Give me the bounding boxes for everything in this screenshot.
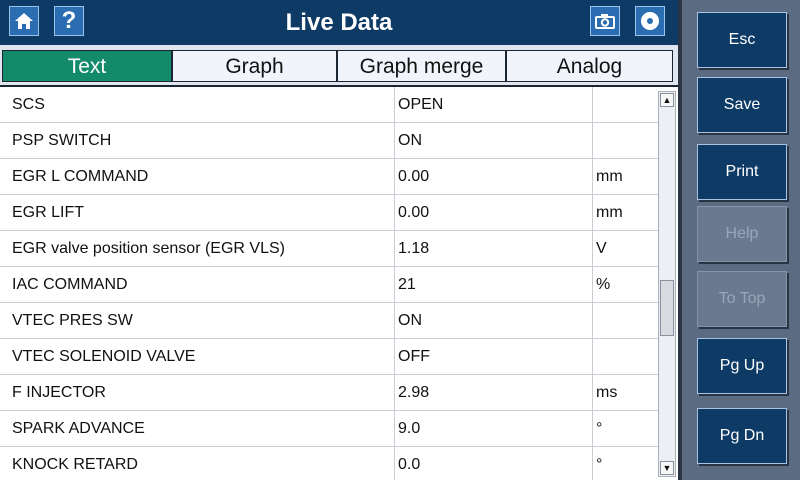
table-row[interactable]: IAC COMMAND 21 % <box>0 267 658 303</box>
home-button[interactable] <box>9 6 39 36</box>
parameter-value: 21 <box>394 267 592 302</box>
parameter-value: 1.18 <box>394 231 592 266</box>
tab-text[interactable]: Text <box>2 50 172 82</box>
table-row[interactable]: F INJECTOR 2.98 ms <box>0 375 658 411</box>
vertical-scrollbar[interactable]: ▲ ▼ <box>658 91 676 477</box>
arrow-up-icon: ▲ <box>662 95 672 105</box>
arrow-down-icon: ▼ <box>662 463 672 473</box>
parameter-value: OFF <box>394 339 592 374</box>
page-up-button[interactable]: Pg Up <box>697 338 787 394</box>
table-row[interactable]: VTEC SOLENOID VALVE OFF <box>0 339 658 375</box>
to-top-button[interactable]: To Top <box>697 271 787 327</box>
camera-icon <box>595 14 615 29</box>
parameter-name: EGR LIFT <box>12 204 85 221</box>
parameter-name: VTEC PRES SW <box>12 312 133 329</box>
parameter-value: 9.0 <box>394 411 592 446</box>
table-row[interactable]: SCS OPEN <box>0 87 658 123</box>
table-row[interactable]: SPARK ADVANCE 9.0 ° <box>0 411 658 447</box>
parameter-value: ON <box>394 303 592 338</box>
help-button[interactable]: ? <box>54 6 84 36</box>
parameter-unit: ° <box>592 411 658 446</box>
parameter-unit: V <box>592 231 658 266</box>
parameter-name: SPARK ADVANCE <box>12 420 145 437</box>
parameter-unit: ° <box>592 447 658 480</box>
parameter-value: 0.00 <box>394 195 592 230</box>
table-row[interactable]: KNOCK RETARD 0.0 ° <box>0 447 658 480</box>
parameter-unit <box>592 339 658 374</box>
parameter-name: SCS <box>12 96 45 113</box>
parameter-name: IAC COMMAND <box>12 276 128 293</box>
parameter-name: EGR L COMMAND <box>12 168 149 185</box>
right-button-panel: Esc Save Print Help To Top Pg Up Pg Dn <box>678 0 800 480</box>
scroll-up-button[interactable]: ▲ <box>660 93 674 107</box>
table-row[interactable]: EGR L COMMAND 0.00 mm <box>0 159 658 195</box>
title-bar: ? Live Data <box>0 0 678 45</box>
parameter-name: F INJECTOR <box>12 384 106 401</box>
parameter-unit <box>592 303 658 338</box>
parameter-unit: mm <box>592 195 658 230</box>
parameter-value: 2.98 <box>394 375 592 410</box>
live-data-table: SCS OPEN PSP SWITCH ON EGR L COMMAND 0.0… <box>0 87 678 480</box>
tab-graph[interactable]: Graph <box>172 50 337 82</box>
parameter-value: OPEN <box>394 87 592 122</box>
question-icon: ? <box>61 7 77 34</box>
help-side-button[interactable]: Help <box>697 206 787 262</box>
table-row[interactable]: VTEC PRES SW ON <box>0 303 658 339</box>
print-button[interactable]: Print <box>697 144 787 200</box>
table-row[interactable]: EGR LIFT 0.00 mm <box>0 195 658 231</box>
tab-graph-merge[interactable]: Graph merge <box>337 50 506 82</box>
parameter-value: 0.0 <box>394 447 592 480</box>
table-row[interactable]: EGR valve position sensor (EGR VLS) 1.18… <box>0 231 658 267</box>
table-row[interactable]: PSP SWITCH ON <box>0 123 658 159</box>
page-down-button[interactable]: Pg Dn <box>697 408 787 464</box>
parameter-unit: ms <box>592 375 658 410</box>
tab-analog[interactable]: Analog <box>506 50 673 82</box>
scroll-down-button[interactable]: ▼ <box>660 461 674 475</box>
parameter-unit <box>592 123 658 158</box>
parameter-name: VTEC SOLENOID VALVE <box>12 348 196 365</box>
disc-button[interactable] <box>635 6 665 36</box>
parameter-name: EGR valve position sensor (EGR VLS) <box>12 240 285 257</box>
parameter-name: KNOCK RETARD <box>12 456 138 473</box>
parameter-value: ON <box>394 123 592 158</box>
camera-button[interactable] <box>590 6 620 36</box>
scroll-thumb[interactable] <box>660 280 674 336</box>
parameter-unit: mm <box>592 159 658 194</box>
save-button[interactable]: Save <box>697 77 787 133</box>
parameter-value: 0.00 <box>394 159 592 194</box>
page-title: Live Data <box>285 9 393 36</box>
home-icon <box>15 13 33 29</box>
parameter-unit: % <box>592 267 658 302</box>
disc-icon <box>641 12 659 30</box>
tab-bar: Text Graph Graph merge Analog <box>0 45 678 87</box>
parameter-name: PSP SWITCH <box>12 132 112 149</box>
esc-button[interactable]: Esc <box>697 12 787 68</box>
parameter-unit <box>592 87 658 122</box>
